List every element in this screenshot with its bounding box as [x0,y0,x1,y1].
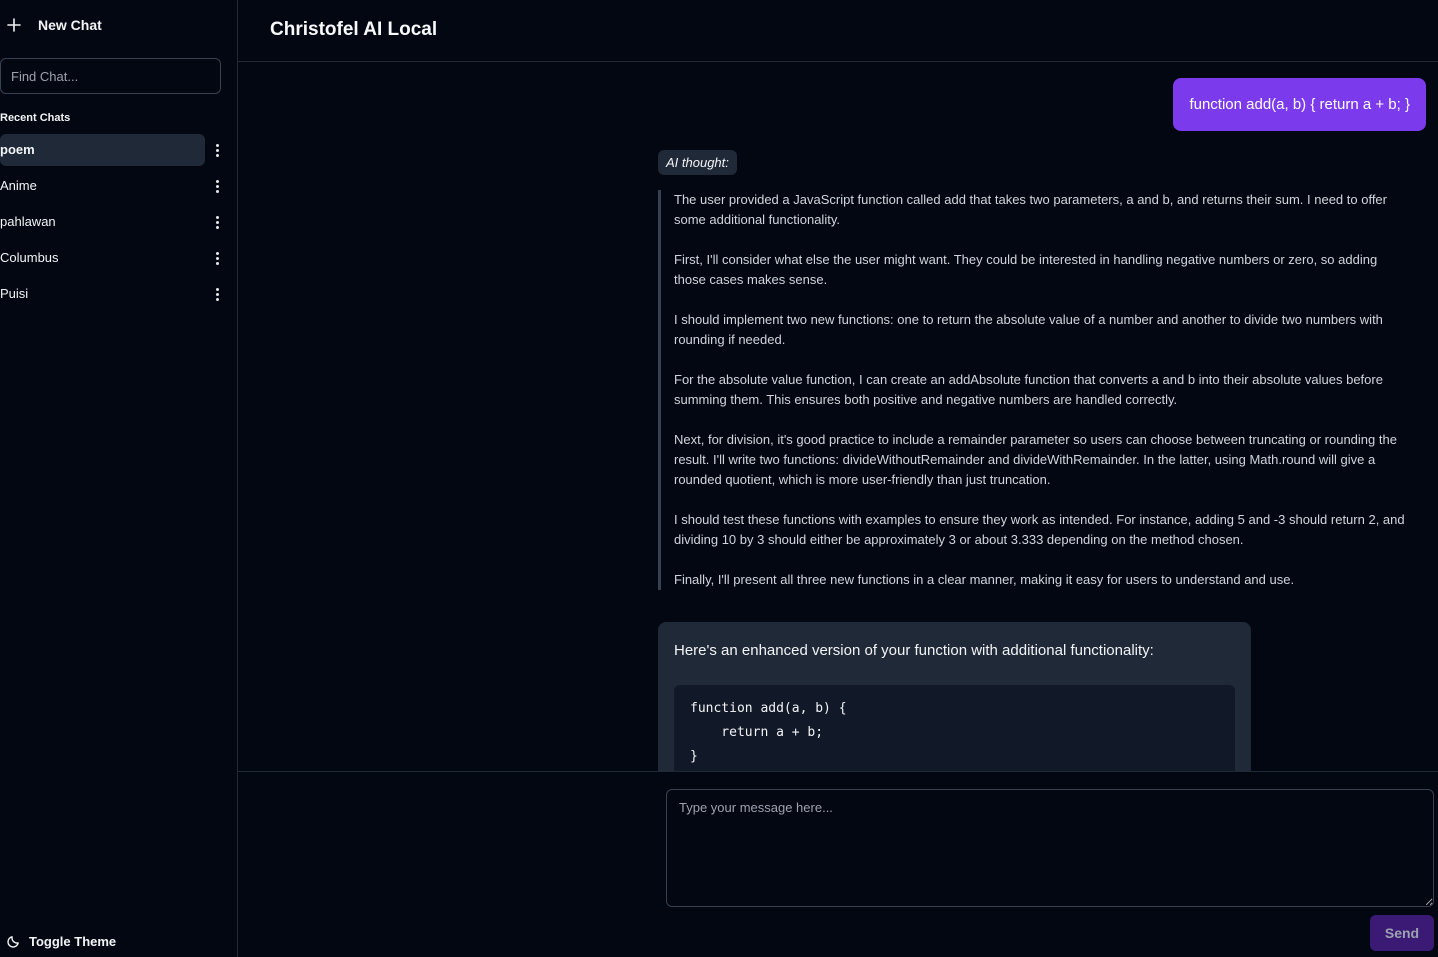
sidebar-chat-item[interactable]: pahlawan [0,206,232,238]
thought-paragraph: For the absolute value function, I can c… [674,372,1383,407]
find-chat-input[interactable] [0,58,221,94]
ai-thought-label: AI thought: [658,150,737,175]
plus-icon [7,18,21,32]
sidebar-chat-label: pahlawan [0,214,56,229]
app-window: New Chat Recent Chats poem Anime pahlawan C… [0,0,1438,957]
thought-paragraph: I should test these functions with examp… [674,512,1405,547]
thought-paragraph: Next, for division, it's good practice t… [674,432,1397,487]
toggle-theme-button[interactable]: Toggle Theme [6,930,116,952]
more-options-icon[interactable] [211,178,223,194]
ai-thought-content: The user provided a JavaScript function … [658,190,1410,590]
user-message-bubble: function add(a, b) { return a + b; } [1173,78,1426,131]
sidebar: New Chat Recent Chats poem Anime pahlawan C… [0,0,238,957]
chat-list: poem Anime pahlawan Columbus Puisi [0,134,232,314]
thought-paragraph: The user provided a JavaScript function … [674,192,1387,227]
message-input[interactable] [666,789,1434,907]
thought-paragraph: I should implement two new functions: on… [674,312,1383,347]
ai-response-bubble: Here's an enhanced version of your funct… [658,622,1251,771]
send-button[interactable]: Send [1370,915,1434,951]
sidebar-chat-item[interactable]: Puisi [0,278,232,310]
more-options-icon[interactable] [211,214,223,230]
sidebar-chat-label: Puisi [0,286,29,301]
more-options-icon[interactable] [211,142,223,158]
thought-paragraph: Finally, I'll present all three new func… [674,572,1295,587]
toggle-theme-label: Toggle Theme [29,933,117,949]
sidebar-chat-item[interactable]: Columbus [0,242,232,274]
thought-paragraph: First, I'll consider what else the user … [674,252,1378,287]
sidebar-chat-label: Columbus [0,250,59,265]
more-options-icon[interactable] [211,286,223,302]
input-area: Send [238,772,1438,957]
sidebar-chat-label: Anime [0,178,37,193]
new-chat-label: New Chat [38,17,102,33]
page-title: Christofel AI Local [270,19,438,40]
chat-messages[interactable]: function add(a, b) { return a + b; } AI … [238,62,1438,772]
code-block: function add(a, b) { return a + b; } [674,685,1235,771]
sidebar-chat-label: poem [0,134,205,166]
ai-response-intro: Here's an enhanced version of your funct… [674,642,1154,659]
moon-icon [7,935,19,948]
sidebar-chat-item[interactable]: Anime [0,170,232,202]
more-options-icon[interactable] [211,250,223,266]
recent-chats-heading: Recent Chats [0,112,71,124]
header: Christofel AI Local [238,0,1438,62]
sidebar-chat-item[interactable]: poem [0,134,232,166]
new-chat-button[interactable]: New Chat [6,12,102,38]
